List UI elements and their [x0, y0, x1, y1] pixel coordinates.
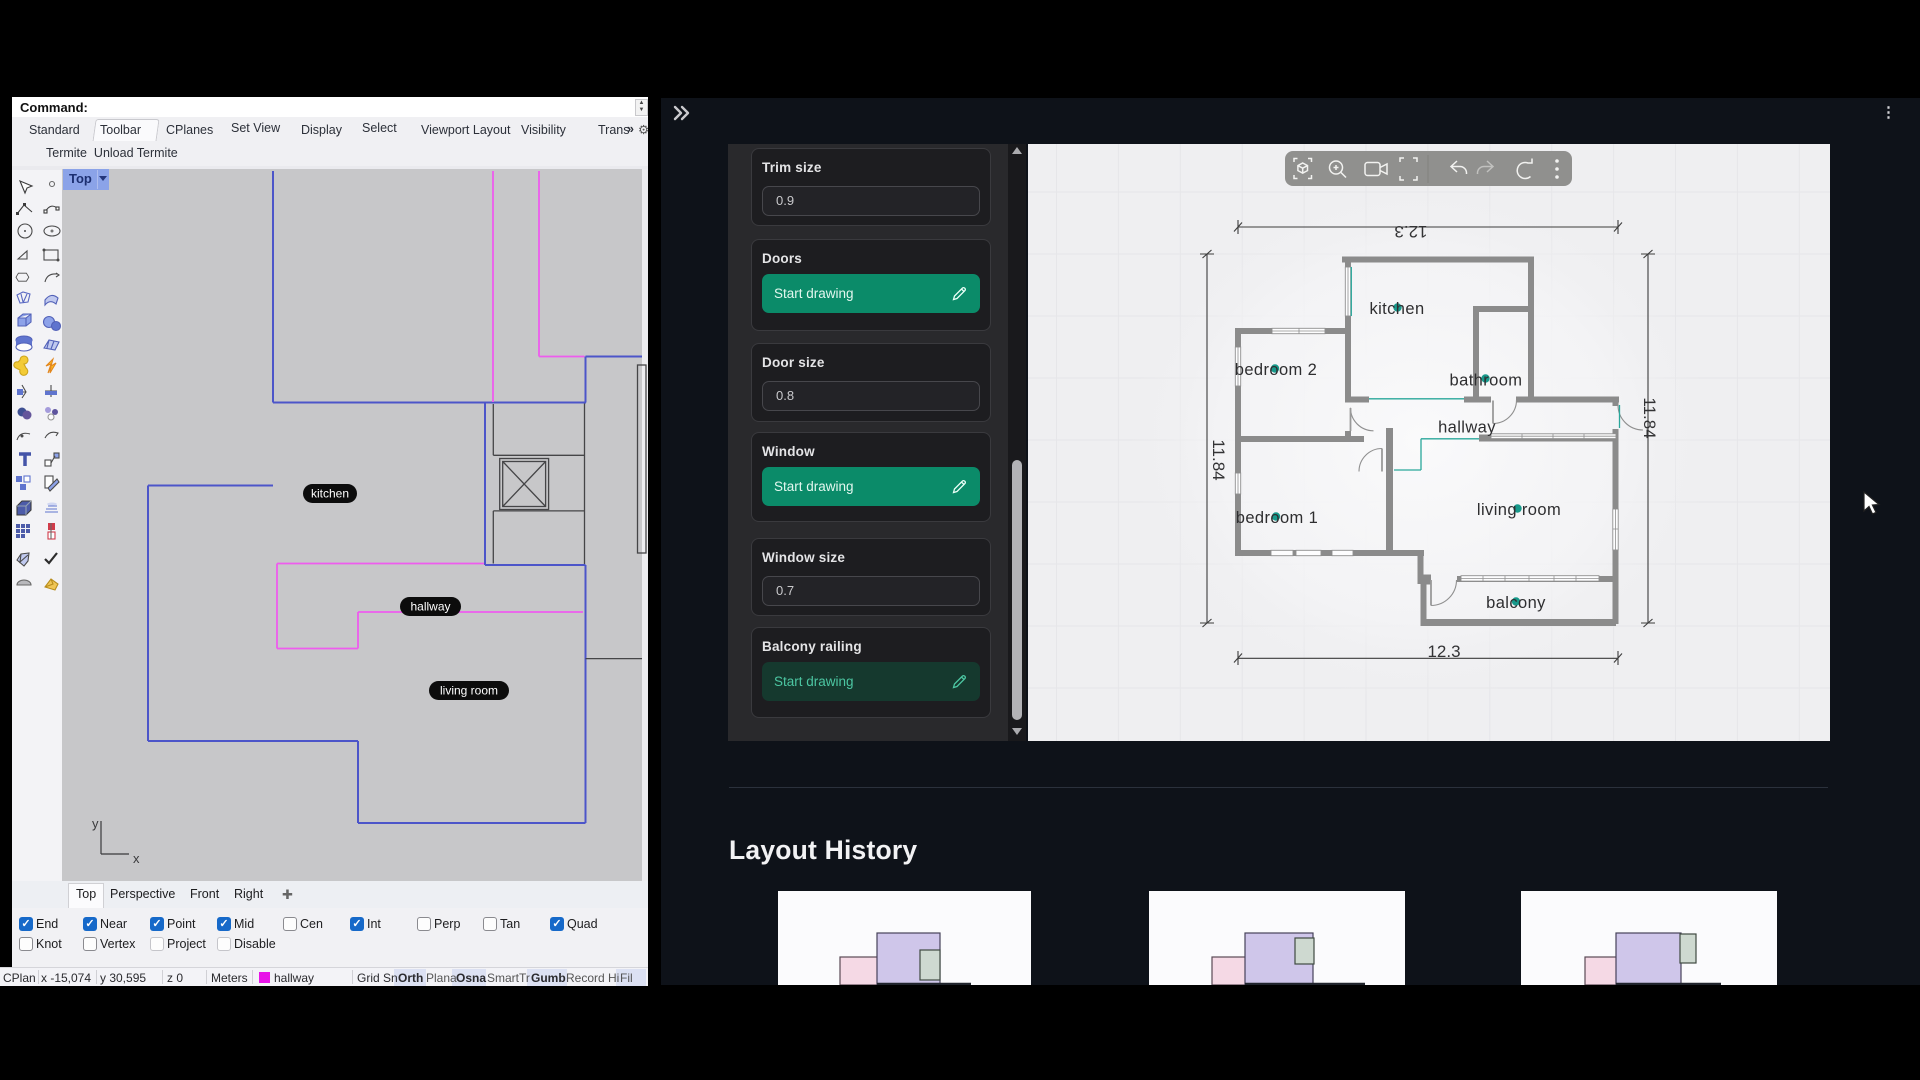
svg-text:11.84: 11.84: [1209, 439, 1228, 480]
svg-text:11.84: 11.84: [1640, 397, 1659, 438]
svg-text:living room: living room: [1477, 501, 1561, 519]
svg-text:kitchen: kitchen: [1369, 300, 1424, 318]
svg-text:balcony: balcony: [1486, 594, 1546, 612]
svg-text:living room: living room: [440, 684, 498, 698]
svg-text:hallway: hallway: [410, 600, 450, 614]
svg-text:kitchen: kitchen: [311, 487, 349, 501]
svg-text:x: x: [133, 851, 140, 866]
svg-text:12.3: 12.3: [1394, 222, 1427, 241]
svg-text:bathroom: bathroom: [1450, 372, 1523, 390]
svg-text:y: y: [92, 816, 99, 831]
svg-text:hallway: hallway: [1438, 419, 1496, 437]
svg-text:bedroom 1: bedroom 1: [1236, 509, 1318, 527]
svg-text:bedroom 2: bedroom 2: [1235, 361, 1317, 379]
svg-text:12.3: 12.3: [1427, 642, 1460, 661]
